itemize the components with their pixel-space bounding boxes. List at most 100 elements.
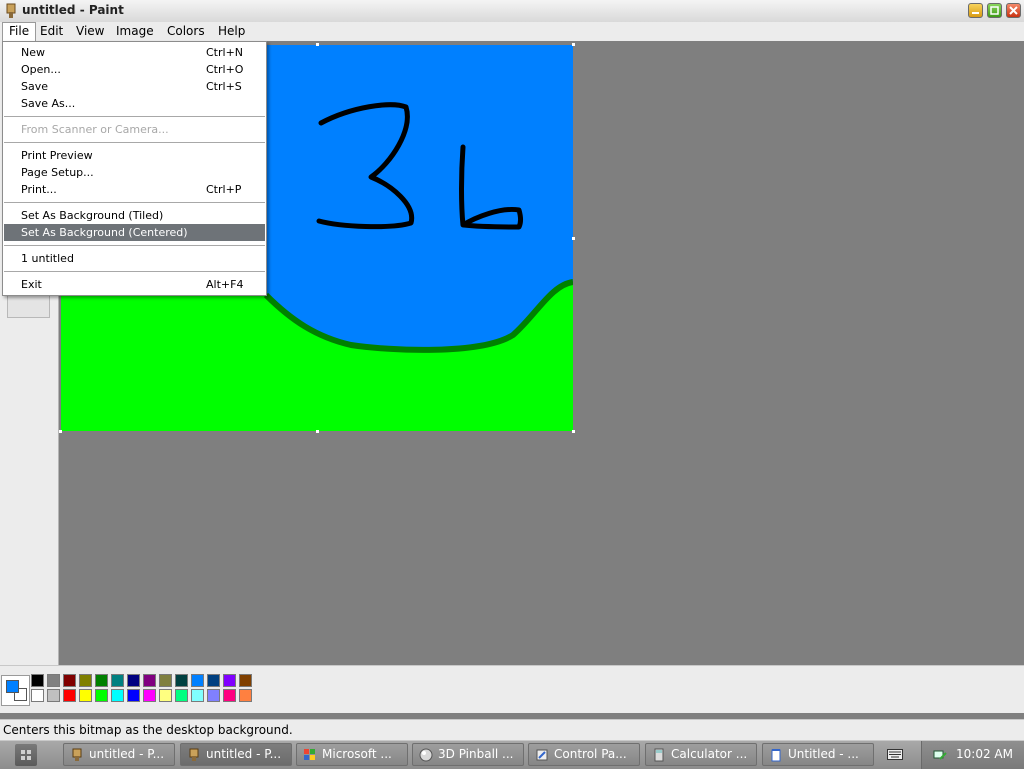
paint-icon xyxy=(189,748,199,761)
menu-help[interactable]: Help xyxy=(212,22,251,41)
maximize-button[interactable] xyxy=(987,3,1002,18)
menu-image[interactable]: Image xyxy=(110,22,160,41)
file-menu-dropdown: New Ctrl+N Open... Ctrl+O Save Ctrl+S Sa… xyxy=(2,41,267,296)
palette-color-swatch[interactable] xyxy=(207,674,220,687)
palette-color-swatch[interactable] xyxy=(223,689,236,702)
palette-color-swatch[interactable] xyxy=(239,674,252,687)
taskbar-button-calculator[interactable]: Calculator ... xyxy=(645,743,757,766)
palette-color-swatch[interactable] xyxy=(223,674,236,687)
keyboard-icon[interactable] xyxy=(887,749,903,760)
menu-bar: File Edit View Image Colors Help xyxy=(0,22,1024,41)
menu-item-open[interactable]: Open... Ctrl+O xyxy=(4,61,265,78)
menu-separator xyxy=(4,116,265,118)
menu-item-new[interactable]: New Ctrl+N xyxy=(4,44,265,61)
palette-color-swatch[interactable] xyxy=(111,689,124,702)
palette-color-swatch[interactable] xyxy=(31,674,44,687)
menu-item-save[interactable]: Save Ctrl+S xyxy=(4,78,265,95)
palette-color-swatch[interactable] xyxy=(159,689,172,702)
palette-color-swatch[interactable] xyxy=(127,674,140,687)
network-icon[interactable] xyxy=(932,747,948,763)
palette-color-swatch[interactable] xyxy=(111,674,124,687)
minimize-button[interactable] xyxy=(968,3,983,18)
menu-item-shortcut: Ctrl+P xyxy=(206,183,242,196)
menu-separator xyxy=(4,142,265,144)
palette-color-swatch[interactable] xyxy=(47,689,60,702)
maximize-icon xyxy=(990,6,999,15)
taskbar-button-label: Calculator ... xyxy=(671,747,748,761)
palette-color-swatch[interactable] xyxy=(191,674,204,687)
palette-color-swatch[interactable] xyxy=(239,689,252,702)
palette-color-swatch[interactable] xyxy=(191,689,204,702)
menu-item-print[interactable]: Print... Ctrl+P xyxy=(4,181,265,198)
taskbar-button-control-panel[interactable]: Control Pa... xyxy=(528,743,640,766)
menu-item-set-background-tiled[interactable]: Set As Background (Tiled) xyxy=(4,207,265,224)
taskbar-button-pinball[interactable]: 3D Pinball ... xyxy=(412,743,524,766)
tool-options-box[interactable] xyxy=(7,294,50,318)
menu-item-from-scanner: From Scanner or Camera... xyxy=(4,121,265,138)
window-title: untitled - Paint xyxy=(22,3,124,17)
resize-handle[interactable] xyxy=(316,43,319,46)
palette-color-swatch[interactable] xyxy=(127,689,140,702)
notepad-icon xyxy=(771,749,781,762)
menu-item-recent-file[interactable]: 1 untitled xyxy=(4,250,265,267)
menu-separator xyxy=(4,202,265,204)
menu-item-shortcut: Alt+F4 xyxy=(206,278,244,291)
menu-item-label: Save xyxy=(21,80,49,93)
menu-separator xyxy=(4,271,265,273)
menu-view[interactable]: View xyxy=(70,22,110,41)
palette-color-swatch[interactable] xyxy=(79,674,92,687)
menu-edit[interactable]: Edit xyxy=(34,22,69,41)
palette-color-swatch[interactable] xyxy=(175,689,188,702)
menu-item-save-as[interactable]: Save As... xyxy=(4,95,265,112)
menu-item-print-preview[interactable]: Print Preview xyxy=(4,147,265,164)
menu-item-label: Print... xyxy=(21,183,57,196)
taskbar-button-label: untitled - P... xyxy=(89,747,165,761)
menu-item-set-background-centered[interactable]: Set As Background (Centered) xyxy=(4,224,265,241)
menu-item-label: Print Preview xyxy=(21,149,93,162)
palette-color-swatch[interactable] xyxy=(63,674,76,687)
menu-item-label: Open... xyxy=(21,63,61,76)
palette-color-swatch[interactable] xyxy=(143,674,156,687)
menu-item-label: Exit xyxy=(21,278,42,291)
palette-color-swatch[interactable] xyxy=(63,689,76,702)
menu-item-label: New xyxy=(21,46,45,59)
resize-handle[interactable] xyxy=(59,430,62,433)
paint-icon xyxy=(72,748,82,761)
resize-handle[interactable] xyxy=(572,430,575,433)
foreground-color-swatch xyxy=(6,680,19,693)
menu-file[interactable]: File xyxy=(2,22,37,41)
menu-item-label: Set As Background (Centered) xyxy=(21,226,188,239)
menu-colors[interactable]: Colors xyxy=(161,22,211,41)
palette-color-swatch[interactable] xyxy=(47,674,60,687)
menu-item-page-setup[interactable]: Page Setup... xyxy=(4,164,265,181)
current-colors-indicator[interactable] xyxy=(1,675,30,706)
menu-item-shortcut: Ctrl+N xyxy=(206,46,244,59)
status-text: Centers this bitmap as the desktop backg… xyxy=(3,723,293,737)
palette-color-swatch[interactable] xyxy=(143,689,156,702)
palette-color-swatch[interactable] xyxy=(95,674,108,687)
palette-color-swatch[interactable] xyxy=(175,674,188,687)
close-button[interactable] xyxy=(1006,3,1021,18)
paint-app-icon[interactable] xyxy=(4,3,18,19)
taskbar-button-label: 3D Pinball ... xyxy=(438,747,514,761)
resize-handle[interactable] xyxy=(572,237,575,240)
taskbar-button-label: Untitled - ... xyxy=(788,747,859,761)
taskbar-button-label: untitled - P... xyxy=(206,747,282,761)
taskbar-button-microsoft[interactable]: Microsoft ... xyxy=(296,743,408,766)
taskbar-button-paint-1[interactable]: untitled - P... xyxy=(63,743,175,766)
menu-item-exit[interactable]: Exit Alt+F4 xyxy=(4,276,265,293)
taskbar-button-notepad[interactable]: Untitled - ... xyxy=(762,743,874,766)
title-bar: untitled - Paint xyxy=(0,0,1024,23)
start-button[interactable] xyxy=(15,744,37,766)
palette-color-swatch[interactable] xyxy=(95,689,108,702)
palette-color-swatch[interactable] xyxy=(207,689,220,702)
resize-handle[interactable] xyxy=(572,43,575,46)
palette-color-swatch[interactable] xyxy=(79,689,92,702)
taskbar-button-label: Control Pa... xyxy=(554,747,627,761)
microsoft-icon xyxy=(304,749,315,760)
clock: 10:02 AM xyxy=(956,747,1013,761)
palette-color-swatch[interactable] xyxy=(159,674,172,687)
palette-color-swatch[interactable] xyxy=(31,689,44,702)
resize-handle[interactable] xyxy=(316,430,319,433)
taskbar-button-paint-2[interactable]: untitled - P... xyxy=(180,743,292,766)
